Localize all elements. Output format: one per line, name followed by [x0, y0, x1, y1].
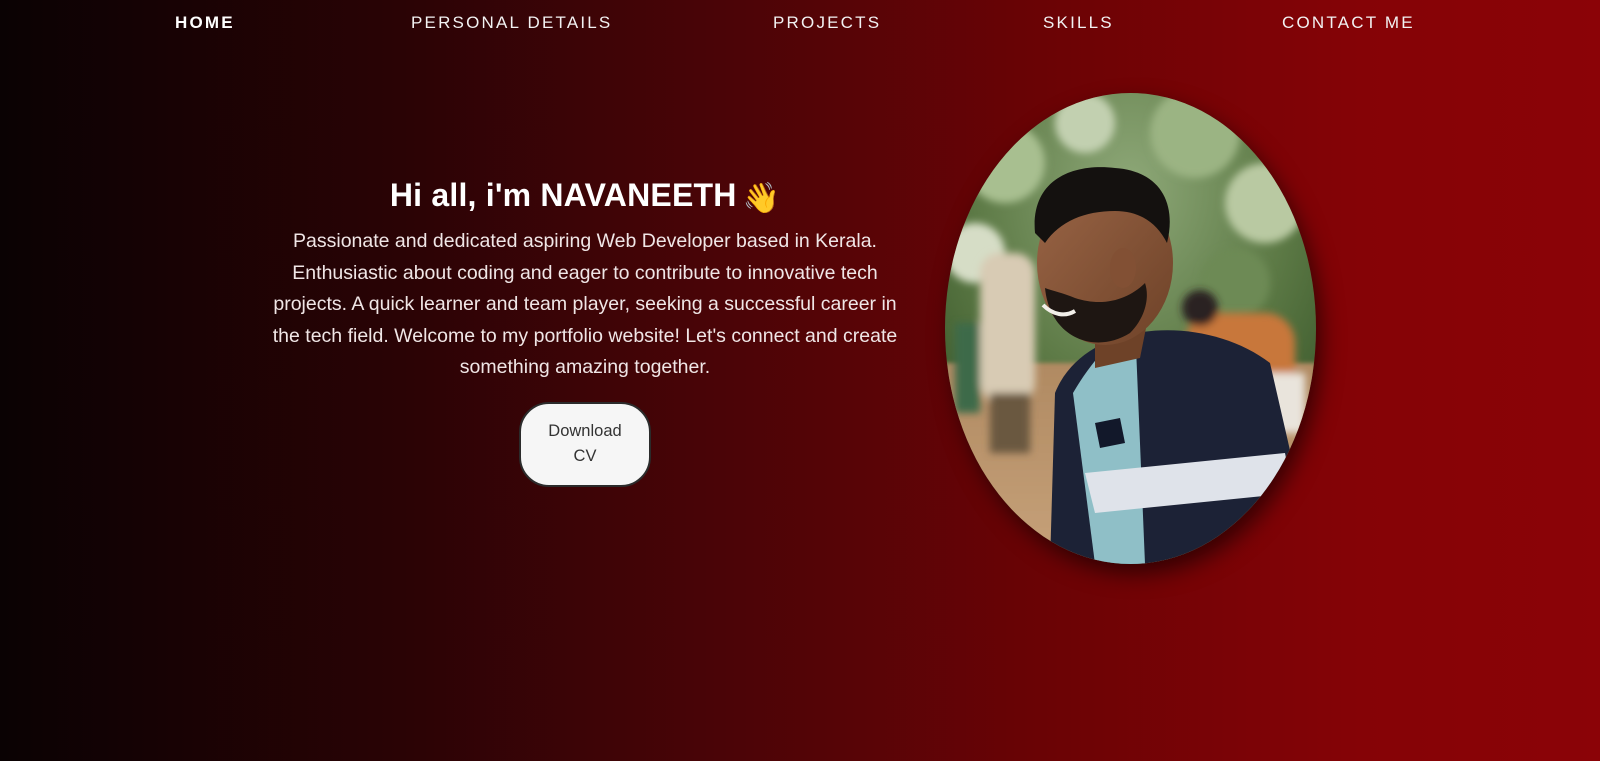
- hero-title: Hi all, i'm NAVANEETH 👋: [268, 170, 902, 224]
- nav-skills[interactable]: SKILLS: [1043, 13, 1114, 33]
- nav-projects[interactable]: PROJECTS: [773, 13, 881, 33]
- profile-photo: [945, 93, 1316, 564]
- nav-personal-details[interactable]: PERSONAL DETAILS: [411, 13, 612, 33]
- nav-contact-me[interactable]: CONTACT ME: [1282, 13, 1415, 33]
- nav-home[interactable]: HOME: [175, 13, 235, 33]
- main-nav: HOME PERSONAL DETAILS PROJECTS SKILLS CO…: [0, 0, 1600, 46]
- profile-photo-illustration: [945, 93, 1316, 564]
- hero-description: Passionate and dedicated aspiring Web De…: [272, 230, 898, 378]
- hero-section: Hi all, i'm NAVANEETH 👋 Passionate and de…: [268, 170, 902, 487]
- waving-hand-icon: 👋: [742, 182, 781, 215]
- hero-title-text: Hi all, i'm NAVANEETH: [389, 177, 737, 213]
- download-cv-button[interactable]: Download CV: [519, 401, 651, 487]
